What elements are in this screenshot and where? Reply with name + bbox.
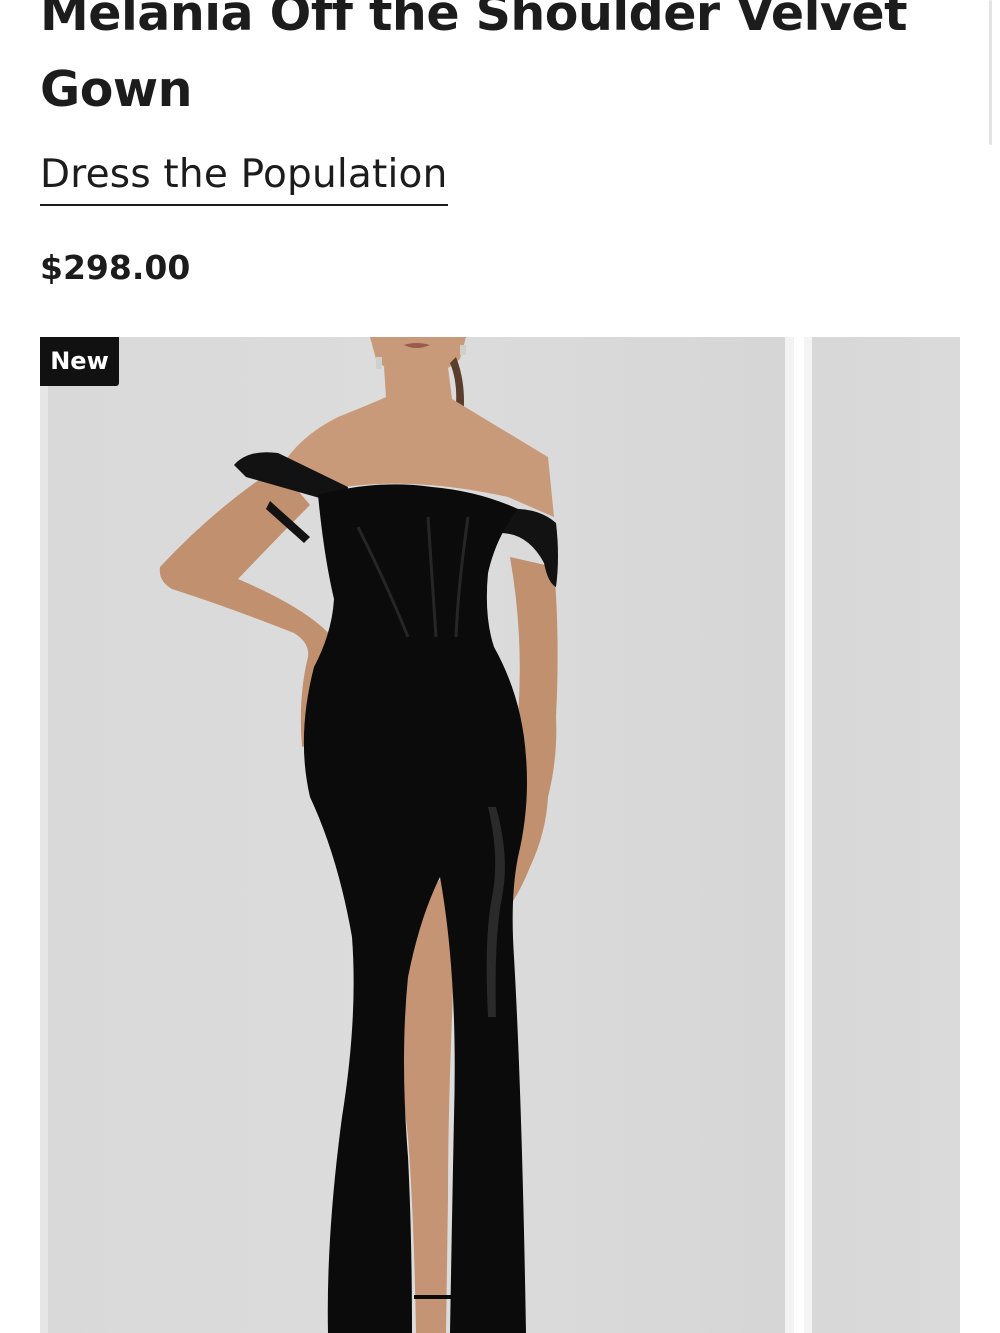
image-carousel[interactable]: New	[40, 337, 960, 1333]
new-badge: New	[40, 337, 119, 386]
product-page: Melania Off the Shoulder Velvet Gown Dre…	[0, 0, 1000, 1333]
earring-left	[376, 357, 382, 369]
product-price: $298.00	[40, 248, 191, 287]
gown-model-image	[159, 337, 558, 1333]
model-arm-left	[159, 467, 332, 747]
slide-gap	[794, 337, 804, 1333]
brand-link[interactable]: Dress the Population	[40, 148, 448, 206]
product-title: Melania Off the Shoulder Velvet Gown	[40, 0, 908, 118]
earring-right	[460, 345, 466, 355]
product-image-main[interactable]	[40, 337, 794, 1333]
product-image-next[interactable]	[804, 337, 960, 1333]
shoe-strap	[414, 1295, 454, 1299]
page-scrollbar[interactable]	[989, 0, 992, 145]
